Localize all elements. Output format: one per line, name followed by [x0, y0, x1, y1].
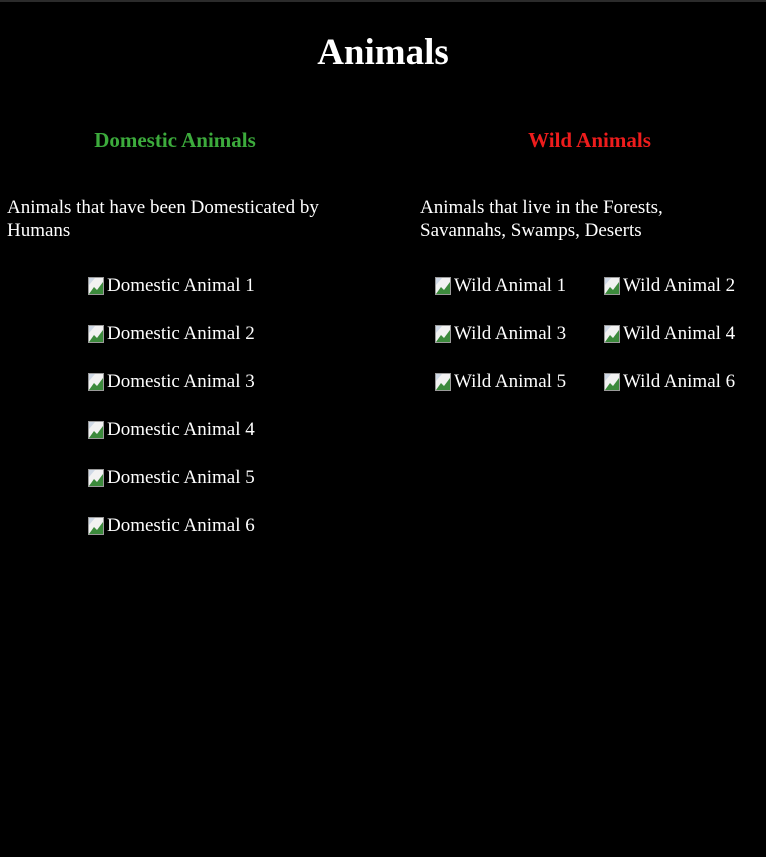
image-alt-text: Wild Animal 3 [454, 323, 567, 344]
image-alt-text: Wild Animal 2 [623, 275, 736, 296]
domestic-animal-image-5: Domestic Animal 5 [88, 467, 255, 489]
domestic-heading: Domestic Animals [94, 128, 256, 152]
wild-animal-image-4: Wild Animal 4 [604, 323, 735, 345]
image-alt-text: Domestic Animal 4 [107, 419, 255, 440]
wild-description: Animals that live in the Forests, Savann… [420, 197, 663, 241]
broken-image-icon [88, 421, 104, 439]
broken-image-icon [88, 325, 104, 343]
wild-heading: Wild Animals [528, 128, 651, 152]
wild-animal-image-3: Wild Animal 3 [435, 323, 566, 345]
domestic-animal-image-1: Domestic Animal 1 [88, 275, 255, 297]
broken-image-icon [435, 277, 451, 295]
domestic-animal-image-6: Domestic Animal 6 [88, 515, 255, 537]
broken-image-icon [88, 373, 104, 391]
wild-animal-image-5: Wild Animal 5 [435, 371, 566, 393]
broken-image-icon [88, 469, 104, 487]
image-alt-text: Wild Animal 6 [623, 371, 736, 392]
domestic-animal-image-4: Domestic Animal 4 [88, 419, 255, 441]
broken-image-icon [88, 517, 104, 535]
image-alt-text: Wild Animal 1 [454, 275, 567, 296]
image-alt-text: Domestic Animal 6 [107, 515, 255, 536]
broken-image-icon [604, 325, 620, 343]
domestic-animal-image-2: Domestic Animal 2 [88, 323, 255, 345]
broken-image-icon [604, 277, 620, 295]
broken-image-icon [604, 373, 620, 391]
broken-image-icon [88, 277, 104, 295]
image-alt-text: Domestic Animal 5 [107, 467, 255, 488]
image-alt-text: Wild Animal 5 [454, 371, 567, 392]
image-alt-text: Domestic Animal 1 [107, 275, 255, 296]
domestic-animal-image-3: Domestic Animal 3 [88, 371, 255, 393]
image-alt-text: Domestic Animal 3 [107, 371, 255, 392]
broken-image-icon [435, 373, 451, 391]
domestic-description: Animals that have been Domesticated by H… [7, 197, 319, 241]
page-title: Animals [317, 32, 449, 73]
image-alt-text: Domestic Animal 2 [107, 323, 255, 344]
broken-image-icon [435, 325, 451, 343]
wild-animal-image-2: Wild Animal 2 [604, 275, 735, 297]
wild-animal-image-6: Wild Animal 6 [604, 371, 735, 393]
window-top-border [0, 0, 766, 2]
image-alt-text: Wild Animal 4 [623, 323, 736, 344]
wild-animal-image-1: Wild Animal 1 [435, 275, 566, 297]
